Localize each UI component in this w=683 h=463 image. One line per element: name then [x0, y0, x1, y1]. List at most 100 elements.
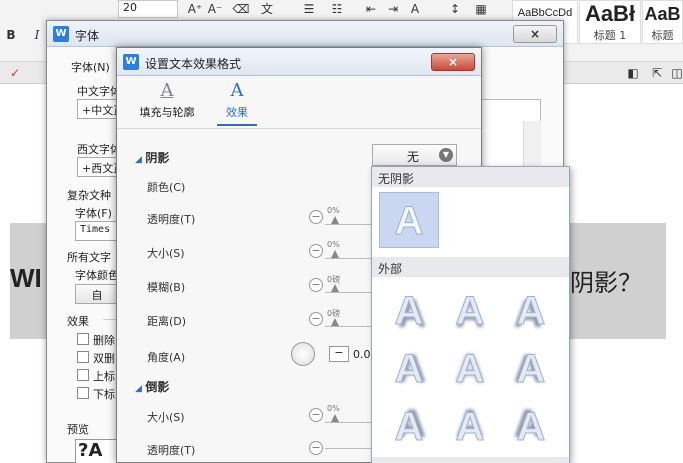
style-heading[interactable]: AaB 标题 [642, 0, 683, 44]
transparency-value: 0% [327, 206, 340, 215]
angle-dial-icon[interactable] [291, 342, 315, 366]
wps-logo-icon: W [53, 26, 69, 42]
reflection-transparency-label: 透明度(T) [147, 444, 196, 457]
shadow-distance-label: 距离(D) [147, 315, 187, 328]
angle-decrease-button[interactable]: − [329, 346, 349, 362]
table-icon[interactable]: ▦ [472, 0, 490, 18]
outer-shadow-option-6[interactable]: A [501, 341, 561, 397]
blur-slider-thumb[interactable] [331, 284, 339, 292]
size-decrease-icon[interactable]: − [309, 244, 323, 258]
font-dialog-title: 字体 [75, 29, 100, 43]
reflection-section-label: 倒影 [145, 380, 170, 394]
transparency-slider-track[interactable] [325, 224, 371, 225]
shadow-none-option[interactable]: A [379, 192, 439, 248]
outer-shadow-glyph: A [516, 289, 546, 334]
tab-effects[interactable]: A 效果 [217, 82, 257, 126]
complex-font-field[interactable]: Times [75, 221, 119, 241]
indent-icon[interactable]: ⇥ [384, 0, 402, 18]
distance-slider-thumb[interactable] [331, 318, 339, 326]
text-effect-icon[interactable]: A [406, 0, 424, 18]
close-icon[interactable]: × [513, 25, 557, 43]
outer-shadow-glyph: A [516, 347, 546, 392]
outer-shadow-option-3[interactable]: A [501, 283, 561, 339]
outer-shadow-option-1[interactable]: A [379, 283, 439, 339]
distance-decrease-icon[interactable]: − [309, 312, 323, 326]
refl-size-value: 0% [327, 404, 340, 413]
italic-button[interactable]: I [28, 26, 46, 44]
shrink-font-icon[interactable]: A⁻ [206, 0, 224, 18]
superscript-checkbox[interactable] [77, 369, 89, 381]
effects-icon: A [230, 80, 244, 101]
refl-size-decrease-icon[interactable]: − [309, 408, 323, 422]
shadow-preset-dropdown[interactable]: 无 ▼ [372, 144, 457, 166]
wps-logo-icon: W [123, 54, 139, 70]
complex-script-label: 复杂文种 [67, 189, 111, 202]
outer-shadow-glyph: A [394, 347, 424, 392]
western-font-label: 西文字体 [77, 143, 121, 156]
reflection-section-header[interactable]: ◢ 倒影 [135, 378, 169, 395]
effects-divider [103, 319, 117, 320]
fill-outline-icon: A [160, 80, 174, 101]
outer-shadow-option-8[interactable]: A [440, 399, 500, 455]
strikethrough-checkbox[interactable] [77, 333, 89, 345]
font-size-box[interactable]: 20 [118, 0, 178, 18]
outer-shadow-glyph: A [394, 405, 424, 450]
double-strike-label: 双删 [93, 352, 115, 365]
size-slider-thumb[interactable] [331, 250, 339, 258]
style-normal-preview: AaBbCcDd [517, 7, 573, 19]
refl-size-slider-thumb[interactable] [331, 414, 339, 422]
style-heading1[interactable]: AaBł 标题 1 [579, 0, 641, 44]
font-dialog-titlebar[interactable]: W 字体 × [47, 21, 563, 47]
distance-slider-track[interactable] [325, 326, 371, 327]
font-size-value: 20 [123, 1, 137, 14]
effects-dialog-titlebar[interactable]: W 设置文本效果格式 × [117, 48, 481, 76]
tab-fill-outline[interactable]: A 填充与轮廓 [135, 82, 199, 120]
outer-shadow-glyph: A [394, 289, 424, 334]
bold-button[interactable]: B [2, 26, 20, 44]
outer-shadow-option-2[interactable]: A [440, 283, 500, 339]
transparency-decrease-icon[interactable]: − [309, 210, 323, 224]
phonetic-icon[interactable]: 文 [258, 0, 276, 18]
bullet-list-icon[interactable]: ☰ [300, 0, 318, 18]
transparency-slider-thumb[interactable] [331, 216, 339, 224]
grow-font-icon[interactable]: A⁺ [186, 0, 204, 18]
outer-shadow-glyph: A [455, 347, 485, 392]
number-list-icon[interactable]: ☷ [328, 0, 346, 18]
collapse-triangle-icon: ◢ [135, 384, 142, 394]
shadow-section-header[interactable]: ◢ 阴影 [135, 149, 169, 166]
style-heading1-preview: AaBł [584, 1, 636, 26]
angle-value[interactable]: 0.0 [353, 348, 371, 361]
blur-slider-track[interactable] [325, 292, 371, 293]
tab-divider [117, 128, 481, 129]
font-color-button[interactable]: 自 [75, 284, 119, 304]
outdent-icon[interactable]: ⇤ [362, 0, 380, 18]
effects-dialog-title: 设置文本效果格式 [145, 57, 242, 71]
outer-shadow-option-7[interactable]: A [379, 399, 439, 455]
outer-shadow-option-5[interactable]: A [440, 341, 500, 397]
double-strike-checkbox[interactable] [77, 351, 89, 363]
style-heading-label: 标题 [651, 29, 674, 42]
tab-font[interactable]: 字体(N) [71, 59, 110, 75]
refl-transparency-decrease-icon[interactable]: − [309, 441, 323, 455]
blur-decrease-icon[interactable]: − [309, 278, 323, 292]
subscript-checkbox[interactable] [77, 387, 89, 399]
shadow-transparency-label: 透明度(T) [147, 213, 196, 226]
app-window: 20 A⁺ A⁻ ⌫ 文 ☰ ☷ ⇤ ⇥ A ↕ ▦ B I AaBbCcDd … [0, 0, 683, 463]
refl-transparency-slider-track[interactable] [325, 448, 371, 449]
more-icon[interactable]: ◫ [668, 64, 683, 82]
outer-shadow-option-9[interactable]: A [501, 399, 561, 455]
outer-shadow-glyph: A [455, 405, 485, 450]
no-shadow-header: 无阴影 [372, 167, 569, 187]
refl-size-slider-track[interactable] [325, 422, 371, 423]
close-icon[interactable]: × [431, 53, 475, 71]
size-slider-track[interactable] [325, 258, 371, 259]
sort-icon[interactable]: ↕ [446, 0, 464, 18]
navigate-icon[interactable]: ⇱ [648, 64, 666, 82]
preview-text: ?A ? [78, 440, 103, 463]
clear-format-icon[interactable]: ⌫ [232, 0, 250, 18]
page-icon[interactable]: ◧ [624, 64, 642, 82]
style-heading1-label: 标题 1 [593, 29, 627, 42]
shadow-angle-label: 角度(A) [147, 351, 186, 364]
red-mark-icon[interactable]: ✓ [6, 64, 24, 82]
outer-shadow-option-4[interactable]: A [379, 341, 439, 397]
